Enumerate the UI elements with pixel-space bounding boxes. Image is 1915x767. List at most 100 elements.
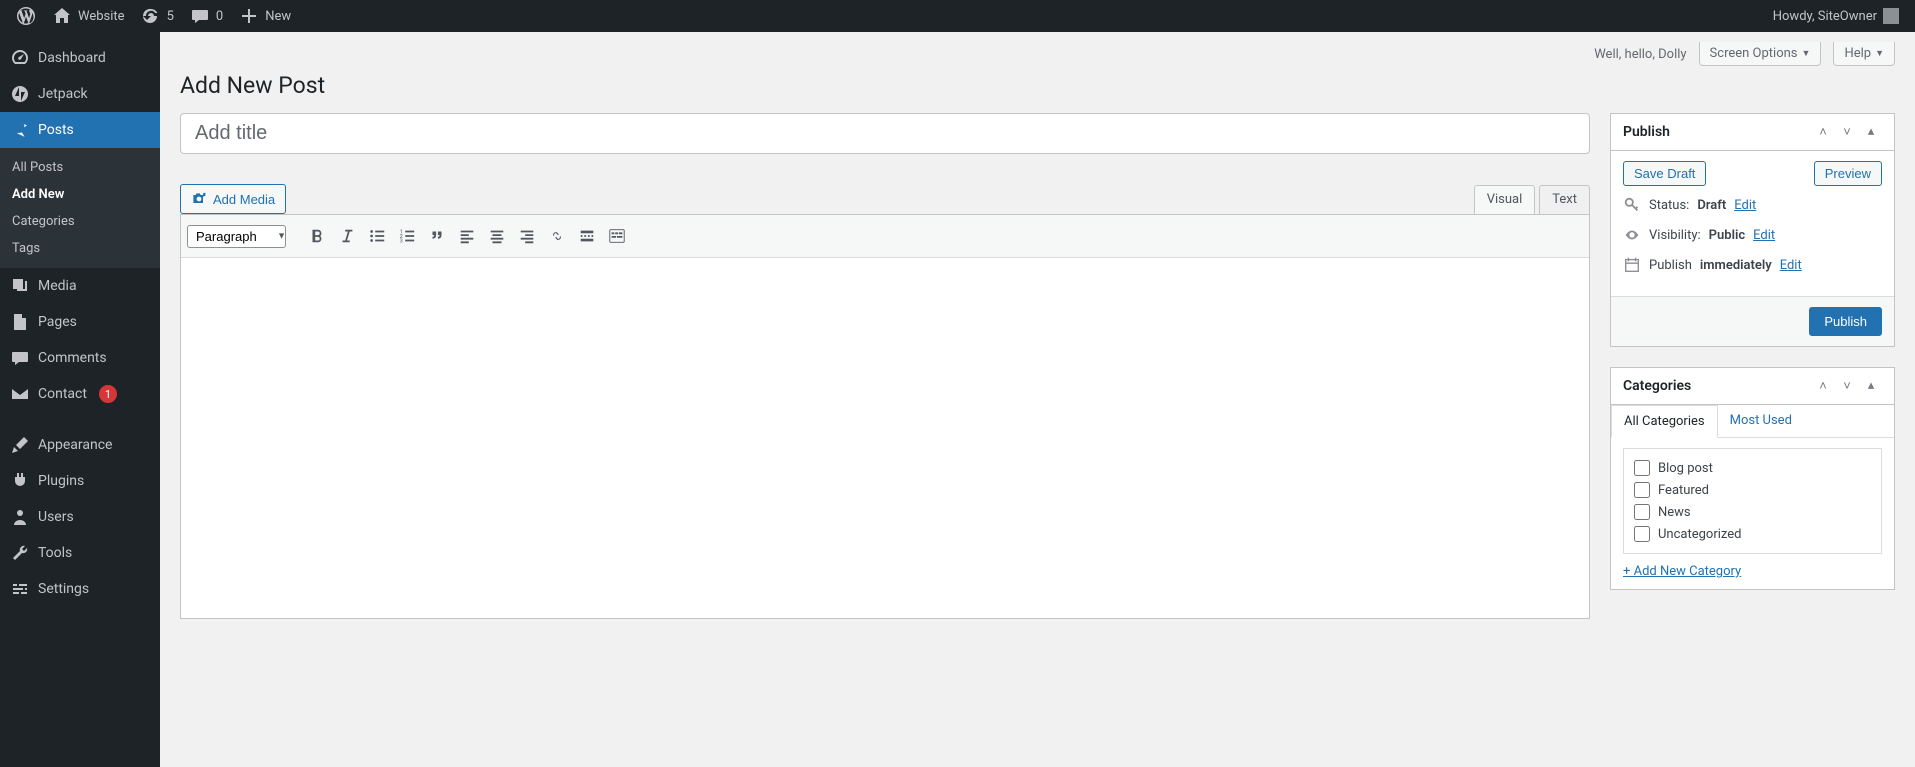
category-checkbox[interactable]	[1634, 460, 1650, 476]
add-media-label: Add Media	[213, 192, 275, 207]
sidebar-item-comments[interactable]: Comments	[0, 340, 160, 376]
site-name-link[interactable]: Website	[44, 0, 133, 32]
screen-options-tab[interactable]: Screen Options ▼	[1699, 42, 1822, 66]
category-label: Featured	[1658, 483, 1709, 498]
sidebar-item-dashboard[interactable]: Dashboard	[0, 40, 160, 76]
post-title-input[interactable]	[180, 113, 1590, 154]
submenu-all-posts[interactable]: All Posts	[0, 154, 160, 181]
sidebar-item-pages[interactable]: Pages	[0, 304, 160, 340]
sidebar-item-settings[interactable]: Settings	[0, 571, 160, 607]
admin-sidebar: Dashboard Jetpack Posts All Posts Add Ne…	[0, 32, 160, 767]
jetpack-icon	[10, 84, 30, 104]
admin-bar-right: Howdy, SiteOwner	[1765, 0, 1907, 32]
publish-button[interactable]: Publish	[1809, 307, 1882, 336]
updates-link[interactable]: 5	[133, 0, 182, 32]
sidebar-label: Tools	[38, 545, 72, 561]
sidebar-label: Appearance	[38, 437, 112, 453]
comments-icon	[10, 348, 30, 368]
categories-metabox: Categories ˄ ˅ ▴ All Categories Most Use…	[1610, 367, 1895, 590]
categories-heading: Categories	[1623, 378, 1691, 394]
move-up-icon[interactable]: ˄	[1812, 378, 1834, 394]
dashboard-icon	[10, 48, 30, 68]
wrench-icon	[10, 543, 30, 563]
move-down-icon[interactable]: ˅	[1836, 378, 1858, 394]
editor-toolbar: Paragraph 123	[181, 215, 1589, 258]
sidebar-item-tools[interactable]: Tools	[0, 535, 160, 571]
edit-date-link[interactable]: Edit	[1780, 258, 1802, 273]
my-account[interactable]: Howdy, SiteOwner	[1765, 0, 1907, 32]
toggle-panel-icon[interactable]: ▴	[1860, 378, 1882, 394]
sidebar-item-media[interactable]: Media	[0, 268, 160, 304]
edit-visibility-link[interactable]: Edit	[1753, 228, 1775, 243]
page-title: Add New Post	[180, 72, 1895, 99]
bold-button[interactable]	[302, 221, 332, 251]
screen-options-label: Screen Options	[1710, 46, 1798, 61]
category-item[interactable]: Featured	[1634, 479, 1871, 501]
move-up-icon[interactable]: ˄	[1812, 124, 1834, 140]
sidebar-item-jetpack[interactable]: Jetpack	[0, 76, 160, 112]
submenu-tags[interactable]: Tags	[0, 235, 160, 262]
move-down-icon[interactable]: ˅	[1836, 124, 1858, 140]
sidebar-label: Comments	[38, 350, 107, 366]
status-value: Draft	[1697, 198, 1726, 213]
submenu-add-new[interactable]: Add New	[0, 181, 160, 208]
top-right-bar: Well, hello, Dolly Screen Options ▼ Help…	[180, 42, 1895, 66]
italic-button[interactable]	[332, 221, 362, 251]
sidebar-item-appearance[interactable]: Appearance	[0, 427, 160, 463]
category-checkbox[interactable]	[1634, 482, 1650, 498]
tab-text[interactable]: Text	[1539, 185, 1590, 214]
calendar-icon	[1623, 256, 1641, 274]
sidebar-label: Users	[38, 509, 74, 525]
category-item[interactable]: Uncategorized	[1634, 523, 1871, 545]
save-draft-button[interactable]: Save Draft	[1623, 161, 1706, 186]
submenu-categories[interactable]: Categories	[0, 208, 160, 235]
add-media-button[interactable]: Add Media	[180, 184, 286, 214]
category-item[interactable]: News	[1634, 501, 1871, 523]
bullet-list-button[interactable]	[362, 221, 392, 251]
align-right-button[interactable]	[512, 221, 542, 251]
sidebar-item-users[interactable]: Users	[0, 499, 160, 535]
tab-most-used[interactable]: Most Used	[1718, 405, 1804, 437]
align-left-button[interactable]	[452, 221, 482, 251]
link-button[interactable]	[542, 221, 572, 251]
comments-count: 0	[216, 9, 223, 24]
toggle-panel-icon[interactable]: ▴	[1860, 124, 1882, 140]
svg-text:3: 3	[400, 238, 403, 244]
toolbar-toggle-button[interactable]	[602, 221, 632, 251]
edit-status-link[interactable]: Edit	[1734, 198, 1756, 213]
category-checkbox[interactable]	[1634, 526, 1650, 542]
user-icon	[10, 507, 30, 527]
sidebar-item-plugins[interactable]: Plugins	[0, 463, 160, 499]
align-center-button[interactable]	[482, 221, 512, 251]
sidebar-item-posts[interactable]: Posts	[0, 112, 160, 148]
status-label: Status:	[1649, 198, 1689, 213]
sidebar-label: Posts	[38, 122, 74, 138]
comments-link[interactable]: 0	[182, 0, 231, 32]
preview-button[interactable]: Preview	[1814, 161, 1882, 186]
category-checkbox[interactable]	[1634, 504, 1650, 520]
sidebar-item-contact[interactable]: Contact 1	[0, 376, 160, 412]
comment-icon	[190, 6, 210, 26]
media-icon	[10, 276, 30, 296]
tab-visual[interactable]: Visual	[1474, 185, 1536, 214]
tab-all-categories[interactable]: All Categories	[1611, 405, 1718, 438]
new-label: New	[265, 9, 291, 24]
sidebar-label: Plugins	[38, 473, 84, 489]
read-more-button[interactable]	[572, 221, 602, 251]
publish-date-label: Publish	[1649, 258, 1692, 273]
visibility-label: Visibility:	[1649, 228, 1701, 243]
blockquote-button[interactable]	[422, 221, 452, 251]
editor-content-area[interactable]	[181, 258, 1589, 618]
add-new-category-link[interactable]: + Add New Category	[1623, 564, 1741, 579]
format-select[interactable]: Paragraph	[187, 225, 286, 248]
numbered-list-button[interactable]: 123	[392, 221, 422, 251]
new-content-link[interactable]: New	[231, 0, 299, 32]
category-label: Blog post	[1658, 461, 1713, 476]
category-item[interactable]: Blog post	[1634, 457, 1871, 479]
publish-metabox: Publish ˄ ˅ ▴ Save Draft Preview	[1610, 113, 1895, 347]
pin-icon	[10, 120, 30, 140]
help-tab[interactable]: Help ▼	[1833, 42, 1895, 66]
wp-logo[interactable]	[8, 0, 44, 32]
admin-bar-left: Website 5 0 New	[8, 0, 299, 32]
category-label: Uncategorized	[1658, 527, 1741, 542]
